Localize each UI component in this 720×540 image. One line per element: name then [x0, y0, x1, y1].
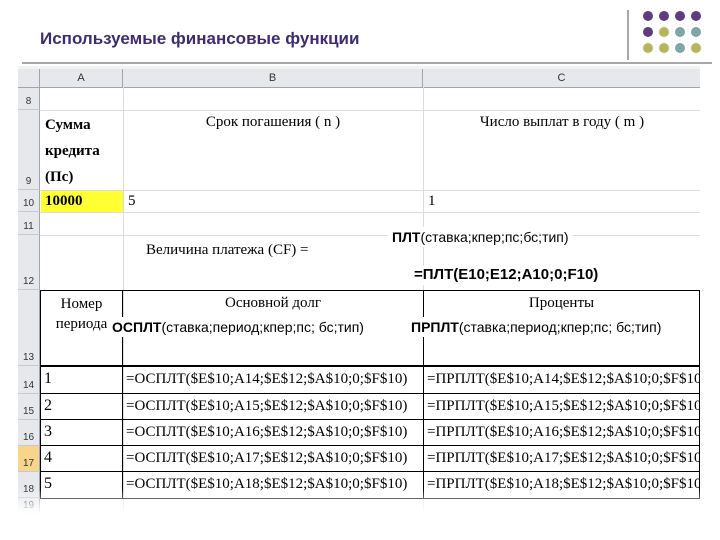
- dot: [675, 11, 685, 21]
- term-label[interactable]: Срок погашения ( n ): [124, 114, 422, 134]
- payment-label[interactable]: Величина платежа (CF) =: [146, 242, 416, 264]
- principal-header: Основной долг: [225, 295, 321, 311]
- row-header[interactable]: 16: [18, 420, 40, 446]
- row-header[interactable]: 11: [18, 212, 40, 235]
- interest-formula-cell[interactable]: =ПРПЛТ($E$10;A15;$E$12;$A$10;0;$F$10): [423, 393, 700, 420]
- principal-formula-cell[interactable]: =ОСПЛТ($E$10;A17;$E$12;$A$10;0;$F$10): [122, 445, 424, 472]
- dot: [675, 43, 685, 53]
- row-header-selected[interactable]: 17: [18, 446, 40, 472]
- principal-formula-cell[interactable]: =ОСПЛТ($E$10;A18;$E$12;$A$10;0;$F$10): [122, 471, 424, 499]
- title-separator: [627, 10, 629, 60]
- period-cell[interactable]: 1: [40, 366, 123, 394]
- decorative-dots: [643, 11, 701, 53]
- ipmt-syntax-callout: ПРПЛТ(ставка;период;кпер;пс; бс;тип): [411, 317, 693, 337]
- pmt-function-name: ПЛТ: [392, 229, 421, 245]
- loan-amount-label[interactable]: Сумма кредита (Пс): [41, 111, 123, 189]
- period-header: Номер периода: [55, 296, 108, 332]
- column-headers: A B C: [18, 69, 700, 88]
- ppmt-syntax-callout: ОСПЛТ(ставка;период;кпер;пс; бс;тип): [112, 317, 396, 337]
- interest-formula-cell[interactable]: =ПРПЛТ($E$10;A14;$E$12;$A$10;0;$F$10): [423, 366, 700, 394]
- pmt-formula-callout: =ПЛТ(E10;E12;A10;0;F10): [410, 265, 603, 285]
- row-header[interactable]: 8: [18, 88, 40, 110]
- principal-formula-cell[interactable]: =ОСПЛТ($E$10;A15;$E$12;$A$10;0;$F$10): [122, 393, 424, 420]
- term-cell[interactable]: 5: [124, 191, 422, 212]
- ppmt-function-name: ОСПЛТ: [112, 319, 162, 335]
- interest-formula-cell[interactable]: =ПРПЛТ($E$10;A18;$E$12;$A$10;0;$F$10): [423, 471, 700, 499]
- loan-amount-cell[interactable]: 10000: [41, 191, 123, 212]
- pmt-syntax-callout: ПЛТ(ставка;кпер;пс;бс;тип): [388, 227, 573, 247]
- row-header[interactable]: 10: [18, 190, 40, 212]
- row-header[interactable]: 9: [18, 110, 40, 190]
- row-header[interactable]: 15: [18, 394, 40, 420]
- dot: [643, 27, 653, 37]
- column-header-b[interactable]: B: [123, 69, 423, 87]
- period-cell[interactable]: 5: [40, 471, 123, 499]
- ipmt-function-name: ПРПЛТ: [411, 319, 459, 335]
- dot: [675, 27, 685, 37]
- principal-formula-cell[interactable]: =ОСПЛТ($E$10;A14;$E$12;$A$10;0;$F$10): [122, 366, 424, 394]
- dot: [643, 11, 653, 21]
- row-header[interactable]: 12: [18, 235, 40, 290]
- dot: [691, 11, 701, 21]
- interest-formula-cell[interactable]: =ПРПЛТ($E$10;A17;$E$12;$A$10;0;$F$10): [423, 445, 700, 472]
- gridline: [40, 235, 700, 236]
- row-header[interactable]: 19: [18, 498, 40, 514]
- row-header[interactable]: 18: [18, 472, 40, 498]
- gridline: [40, 110, 700, 111]
- spreadsheet: A B C 8 9 10 11 12 13 14 15 16 17 18 19 …: [18, 66, 700, 514]
- period-cell[interactable]: 2: [40, 393, 123, 420]
- principal-formula-cell[interactable]: =ОСПЛТ($E$10;A16;$E$12;$A$10;0;$F$10): [122, 419, 424, 446]
- period-cell[interactable]: 3: [40, 419, 123, 446]
- dot: [659, 43, 669, 53]
- payments-per-year-cell[interactable]: 1: [424, 191, 700, 212]
- ppmt-args: (ставка;период;кпер;пс; бс;тип): [161, 319, 364, 335]
- column-header-a[interactable]: A: [40, 69, 123, 87]
- column-header-c[interactable]: C: [423, 69, 700, 87]
- dot: [659, 27, 669, 37]
- interest-formula-cell[interactable]: =ПРПЛТ($E$10;A16;$E$12;$A$10;0;$F$10): [423, 419, 700, 446]
- gridline: [40, 212, 700, 213]
- interest-header: Проценты: [528, 295, 595, 311]
- period-cell[interactable]: 4: [40, 445, 123, 472]
- slide-title: Используемые финансовые функции: [40, 29, 360, 48]
- dot: [659, 11, 669, 21]
- pmt-args: (ставка;кпер;пс;бс;тип): [420, 229, 569, 245]
- row-header[interactable]: 14: [18, 366, 40, 394]
- dot: [691, 27, 701, 37]
- payments-per-year-label[interactable]: Число выплат в году ( m ): [424, 114, 700, 134]
- select-all-corner[interactable]: [18, 69, 40, 87]
- row-header[interactable]: 13: [18, 290, 40, 366]
- title-underline: [22, 62, 712, 64]
- dot: [691, 43, 701, 53]
- dot: [643, 43, 653, 53]
- period-header-cell[interactable]: Номер периода: [40, 290, 123, 366]
- ipmt-args: (ставка;период;кпер;пс; бс;тип): [458, 319, 662, 335]
